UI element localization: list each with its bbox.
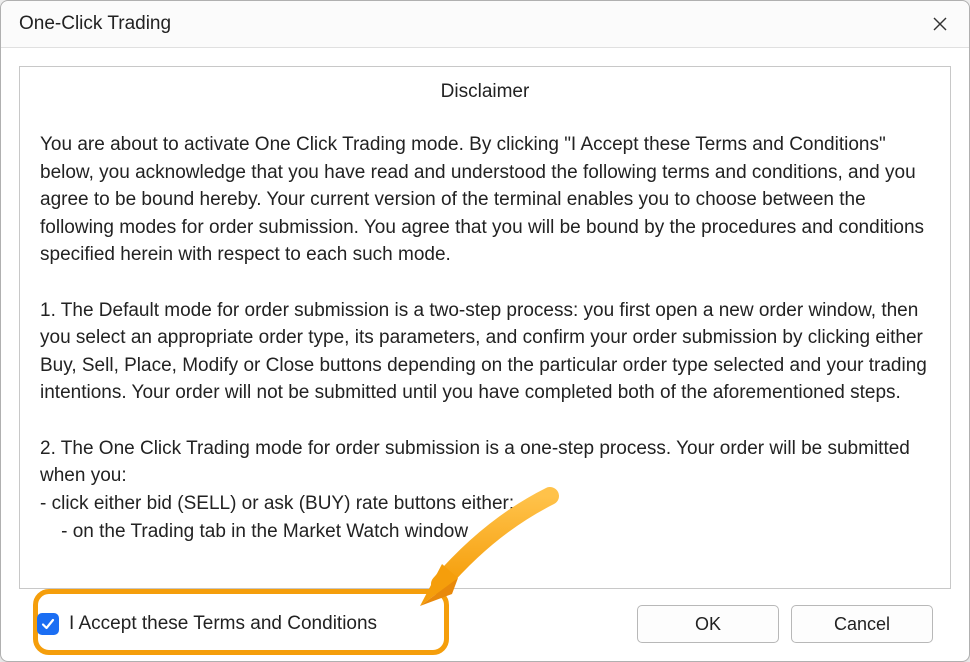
content-area: Disclaimer You are about to activate One… — [1, 48, 969, 661]
button-group: OK Cancel — [637, 605, 933, 643]
accept-checkbox-label[interactable]: I Accept these Terms and Conditions — [69, 613, 377, 635]
close-button[interactable] — [923, 9, 957, 39]
disclaimer-body: You are about to activate One Click Trad… — [40, 131, 930, 545]
disclaimer-para-3: 2. The One Click Trading mode for order … — [40, 435, 930, 490]
checkmark-icon — [41, 617, 55, 631]
disclaimer-para-1: You are about to activate One Click Trad… — [40, 131, 930, 269]
dialog-title: One-Click Trading — [19, 13, 171, 35]
one-click-trading-dialog: One-Click Trading Disclaimer You are abo… — [0, 0, 970, 662]
cancel-button[interactable]: Cancel — [791, 605, 933, 643]
close-icon — [933, 17, 947, 31]
titlebar: One-Click Trading — [1, 1, 969, 48]
disclaimer-para-2: 1. The Default mode for order submission… — [40, 297, 930, 407]
accept-checkbox[interactable] — [37, 613, 59, 635]
disclaimer-para-4-line1: - click either bid (SELL) or ask (BUY) r… — [40, 490, 930, 518]
disclaimer-heading: Disclaimer — [40, 81, 930, 103]
bottom-bar: I Accept these Terms and Conditions OK C… — [19, 589, 951, 661]
accept-checkbox-container: I Accept these Terms and Conditions — [37, 613, 377, 635]
ok-button[interactable]: OK — [637, 605, 779, 643]
disclaimer-textbox[interactable]: Disclaimer You are about to activate One… — [19, 66, 951, 589]
disclaimer-para-4-line2: - on the Trading tab in the Market Watch… — [40, 518, 930, 546]
